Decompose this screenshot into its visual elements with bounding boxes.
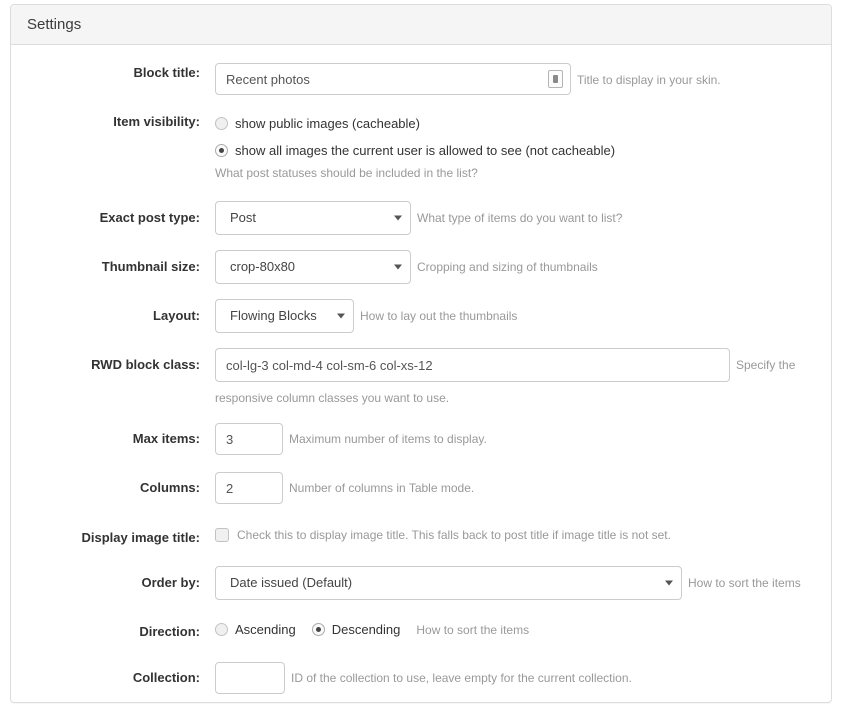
display-image-title-checkbox[interactable] (215, 528, 229, 542)
exact-post-type-label: Exact post type: (99, 210, 200, 225)
field-row-layout: Layout: Flowing Blocks How to lay out th… (11, 299, 831, 333)
max-items-label: Max items: (132, 431, 200, 446)
radio-ascending[interactable] (215, 623, 228, 636)
block-title-label: Block title: (133, 65, 200, 80)
direction-help: How to sort the items (416, 622, 530, 637)
radio-all-images[interactable] (215, 143, 228, 157)
layout-help: How to lay out the thumbnails (360, 309, 518, 323)
block-title-help: Title to display in your skin. (577, 72, 721, 87)
order-by-select[interactable]: Date issued (Default) (215, 566, 682, 600)
collection-input[interactable] (215, 662, 285, 694)
item-visibility-help: What post statuses should be included in… (215, 166, 478, 180)
field-row-collection: Collection: ID of the collection to use,… (11, 662, 831, 694)
field-row-thumbnail-size: Thumbnail size: crop-80x80 Cropping and … (11, 250, 831, 284)
thumbnail-size-select[interactable]: crop-80x80 (215, 250, 411, 284)
exact-post-type-select[interactable]: Post (215, 201, 411, 235)
settings-panel: Settings Block title: Title to display i… (10, 4, 832, 703)
thumbnail-size-label: Thumbnail size: (101, 259, 200, 274)
exact-post-type-help: What type of items do you want to list? (417, 211, 623, 225)
block-title-input-group (215, 63, 571, 95)
display-image-title-label: Display image title: (81, 530, 200, 545)
thumbnail-size-help: Cropping and sizing of thumbnails (417, 260, 598, 274)
columns-label: Columns: (140, 480, 200, 495)
exact-post-type-value: Post (230, 210, 257, 225)
radio-public-images[interactable] (215, 116, 228, 130)
chevron-down-icon (394, 264, 402, 270)
field-row-rwd-block-class: RWD block class: Specify the responsive … (11, 348, 831, 407)
order-by-help: How to sort the items (688, 576, 801, 590)
rwd-block-class-help-1: Specify the (736, 358, 796, 372)
collection-help: ID of the collection to use, leave empty… (291, 671, 632, 685)
order-by-label: Order by: (141, 575, 200, 590)
panel-heading: Settings (11, 5, 831, 45)
radio-public-images-label: show public images (cacheable) (235, 115, 420, 131)
max-items-input[interactable] (215, 423, 283, 455)
radio-all-images-label: show all images the current user is allo… (235, 142, 616, 158)
radio-ascending-label: Ascending (235, 622, 296, 637)
field-row-block-title: Block title: Title to display in your sk… (11, 63, 831, 95)
direction-option-ascending[interactable]: Ascending (215, 622, 296, 637)
direction-option-descending[interactable]: Descending (311, 622, 401, 637)
chevron-down-icon (394, 215, 402, 221)
rwd-block-class-label: RWD block class: (91, 357, 200, 372)
display-image-title-help: Check this to display image title. This … (237, 528, 671, 542)
collection-label: Collection: (132, 670, 200, 685)
chevron-down-icon (665, 580, 673, 586)
field-row-display-image-title: Display image title: Check this to displ… (11, 528, 831, 548)
field-row-order-by: Order by: Date issued (Default) How to s… (11, 566, 831, 600)
page-title: Settings (27, 16, 82, 33)
multilingual-icon[interactable] (548, 70, 563, 88)
block-title-input[interactable] (215, 63, 571, 95)
settings-form: Block title: Title to display in your sk… (11, 45, 831, 694)
rwd-block-class-help-2: responsive column classes you want to us… (215, 391, 450, 405)
chevron-down-icon (337, 313, 345, 319)
columns-help: Number of columns in Table mode. (289, 481, 475, 495)
field-row-exact-post-type: Exact post type: Post What type of items… (11, 201, 831, 235)
layout-select[interactable]: Flowing Blocks (215, 299, 354, 333)
order-by-value: Date issued (Default) (230, 575, 353, 590)
field-row-columns: Columns: Number of columns in Table mode… (11, 472, 831, 504)
max-items-help: Maximum number of items to display. (289, 432, 487, 446)
direction-label: Direction: (139, 624, 200, 639)
layout-value: Flowing Blocks (230, 308, 317, 323)
columns-input[interactable] (215, 472, 283, 504)
item-visibility-label: Item visibility: (113, 114, 200, 129)
rwd-block-class-input[interactable] (215, 348, 730, 382)
item-visibility-option-all[interactable]: show all images the current user is allo… (215, 139, 831, 161)
field-row-item-visibility: Item visibility: show public images (cac… (11, 112, 831, 182)
thumbnail-size-value: crop-80x80 (230, 259, 296, 274)
radio-descending-label: Descending (331, 622, 401, 637)
field-row-max-items: Max items: Maximum number of items to di… (11, 423, 831, 455)
field-row-direction: Direction: Ascending Descending How to s… (11, 622, 831, 642)
layout-label: Layout: (153, 308, 200, 323)
item-visibility-option-public[interactable]: show public images (cacheable) (215, 112, 831, 134)
radio-descending[interactable] (311, 623, 325, 636)
